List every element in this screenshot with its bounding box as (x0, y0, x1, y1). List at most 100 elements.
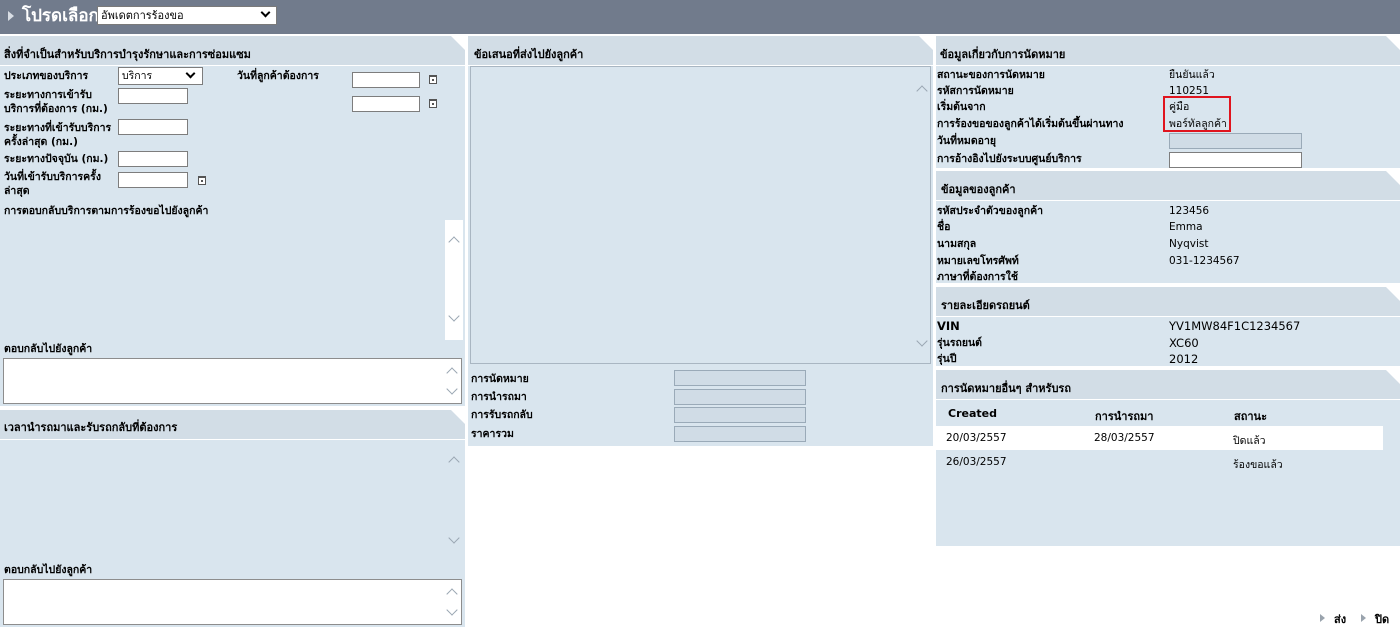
service-requirements-panel: สิ่งที่จำเป็นสำหรับบริการบำรุงรักษาและกา… (0, 36, 465, 406)
year-label: รุ่นปี (937, 353, 957, 365)
action-select-value: อัพเดตการร้องขอ (101, 9, 184, 22)
send-button[interactable]: ส่ง (1334, 610, 1346, 627)
reference-input[interactable] (1169, 152, 1302, 168)
distance-required-input[interactable] (118, 88, 188, 104)
scroll-up-icon[interactable] (916, 85, 928, 97)
distance-current-label: ระยะทางปัจจุบัน (กม.) (4, 153, 109, 165)
table-row[interactable]: 20/03/2557 28/03/2557 ปิดแล้ว (936, 426, 1383, 450)
origin-label: เริ่มต้นจาก (937, 101, 986, 113)
vehicle-info-panel: รายละเอียดรถยนต์ VIN YV1MW84F1C1234567 ร… (936, 287, 1400, 366)
scroll-up-icon[interactable] (446, 367, 458, 379)
first-name-value: Emma (1169, 221, 1203, 233)
table-row[interactable]: 26/03/2557 ร้องขอแล้ว (936, 450, 1383, 474)
offer-dropoff-field (674, 389, 806, 405)
offer-appointment-field (674, 370, 806, 386)
close-button[interactable]: ปิด (1375, 610, 1389, 627)
panel-title: รายละเอียดรถยนต์ (941, 299, 1030, 312)
reply-label: ตอบกลับไปยังลูกค้า (4, 343, 93, 355)
status-cell: ปิดแล้ว (1233, 435, 1266, 447)
distance-last-input[interactable] (118, 119, 188, 135)
scroll-down-icon[interactable] (448, 532, 460, 544)
other-appointments-panel: การนัดหมายอื่นๆ สำหรับรถ Created การนำรถ… (936, 370, 1400, 546)
panel-header: ข้อมูลของลูกค้า (936, 171, 1400, 201)
code-label: รหัสการนัดหมาย (937, 85, 1014, 97)
last-service-date-label: วันที่เข้ารับบริการครั้งล่าสุด (4, 171, 101, 197)
offer-total-label: ราคารวม (471, 428, 514, 440)
customer-info-panel: ข้อมูลของลูกค้า รหัสประจำตัวของลูกค้า 12… (936, 171, 1400, 283)
panel-title: ข้อมูลของลูกค้า (941, 183, 1016, 196)
service-type-select[interactable]: บริการ (118, 67, 203, 85)
distance-current-input[interactable] (118, 151, 188, 167)
offer-textarea[interactable] (470, 66, 931, 364)
panel-title: สิ่งที่จำเป็นสำหรับบริการบำรุงรักษาและกา… (4, 48, 251, 61)
chevron-down-icon (185, 68, 196, 79)
panel-header: สิ่งที่จำเป็นสำหรับบริการบำรุงรักษาและกา… (0, 36, 465, 66)
created-cell: 26/03/2557 (946, 456, 1007, 468)
service-type-label: ประเภทของบริการ (4, 70, 89, 82)
panel-header: ข้อมูลเกี่ยวกับการนัดหมาย (936, 36, 1400, 66)
reply-label: ตอบกลับไปยังลูกค้า (4, 564, 93, 576)
page-title: โปรดเลือก (22, 6, 99, 26)
dropoff-cell: 28/03/2557 (1094, 432, 1155, 444)
reply-textarea[interactable] (3, 358, 462, 404)
scroll-down-icon[interactable] (446, 383, 458, 395)
top-bar: โปรดเลือก อัพเดตการร้องขอ (0, 0, 1400, 34)
model-value: XC60 (1169, 336, 1199, 350)
arrow-right-icon (1320, 614, 1325, 622)
phone-value: 031-1234567 (1169, 255, 1240, 267)
panel-title: ข้อมูลเกี่ยวกับการนัดหมาย (940, 48, 1066, 61)
scroll-up-icon[interactable] (448, 236, 460, 248)
offer-pickup-field (674, 407, 806, 423)
action-select[interactable]: อัพเดตการร้องขอ (97, 6, 277, 25)
column-header-dropoff: การนำรถมา (1095, 410, 1154, 423)
offer-pickup-label: การรับรถกลับ (471, 409, 533, 421)
arrow-right-icon (8, 11, 14, 21)
expiry-field (1169, 133, 1302, 149)
panel-corner (1386, 370, 1400, 384)
customer-id-label: รหัสประจำตัวของลูกค้า (937, 205, 1043, 217)
column-header-status: สถานะ (1234, 410, 1267, 423)
calendar-icon[interactable] (429, 99, 437, 108)
phone-label: หมายเลขโทรศัพท์ (937, 255, 1019, 267)
transport-reply-textarea[interactable] (3, 579, 462, 625)
transport-times-panel: เวลานำรถมาและรับรถกลับที่ต้องการ ตอบกลับ… (0, 410, 465, 627)
panel-header: รายละเอียดรถยนต์ (936, 287, 1400, 317)
scroll-down-icon[interactable] (448, 310, 460, 322)
transport-scrollbar[interactable] (445, 440, 463, 562)
offer-dropoff-label: การนำรถมา (471, 391, 527, 403)
scroll-up-icon[interactable] (446, 588, 458, 600)
status-label: สถานะของการนัดหมาย (937, 69, 1045, 81)
response-scrollbar[interactable] (445, 220, 463, 340)
panel-corner (451, 410, 465, 424)
panel-corner (1386, 171, 1400, 185)
scroll-down-icon[interactable] (446, 604, 458, 616)
first-name-label: ชื่อ (937, 221, 951, 233)
last-service-date-input[interactable] (118, 172, 188, 188)
scroll-up-icon[interactable] (448, 456, 460, 468)
column-header-created: Created (948, 407, 997, 420)
offer-appointment-label: การนัดหมาย (471, 373, 529, 385)
service-type-value: บริการ (122, 70, 153, 82)
requested-date-label: วันที่ลูกค้าต้องการ (237, 70, 319, 82)
year-value: 2012 (1169, 352, 1199, 366)
panel-corner (1386, 36, 1400, 50)
panel-title: ข้อเสนอที่ส่งไปยังลูกค้า (474, 48, 584, 61)
panel-header: การนัดหมายอื่นๆ สำหรับรถ (936, 370, 1400, 400)
panel-header: ข้อเสนอที่ส่งไปยังลูกค้า (468, 36, 933, 66)
highlight-box (1163, 96, 1231, 132)
customer-id-value: 123456 (1169, 205, 1210, 217)
requested-time-input[interactable] (352, 96, 420, 112)
calendar-icon[interactable] (198, 176, 206, 185)
language-label: ภาษาที่ต้องการใช้ (937, 271, 1018, 283)
requested-date-input[interactable] (352, 72, 420, 88)
status-value: ยืนยันแล้ว (1169, 69, 1215, 81)
scroll-down-icon[interactable] (916, 335, 928, 347)
response-label: การตอบกลับบริการตามการร้องขอไปยังลูกค้า (4, 205, 209, 217)
expiry-label: วันที่หมดอายุ (937, 135, 997, 147)
panel-title: การนัดหมายอื่นๆ สำหรับรถ (941, 382, 1071, 395)
last-name-value: Nyqvist (1169, 238, 1209, 250)
panel-corner (451, 36, 465, 50)
offer-total-field (674, 426, 806, 442)
calendar-icon[interactable] (429, 75, 437, 84)
appointment-info-panel: ข้อมูลเกี่ยวกับการนัดหมาย สถานะของการนัด… (936, 36, 1400, 168)
